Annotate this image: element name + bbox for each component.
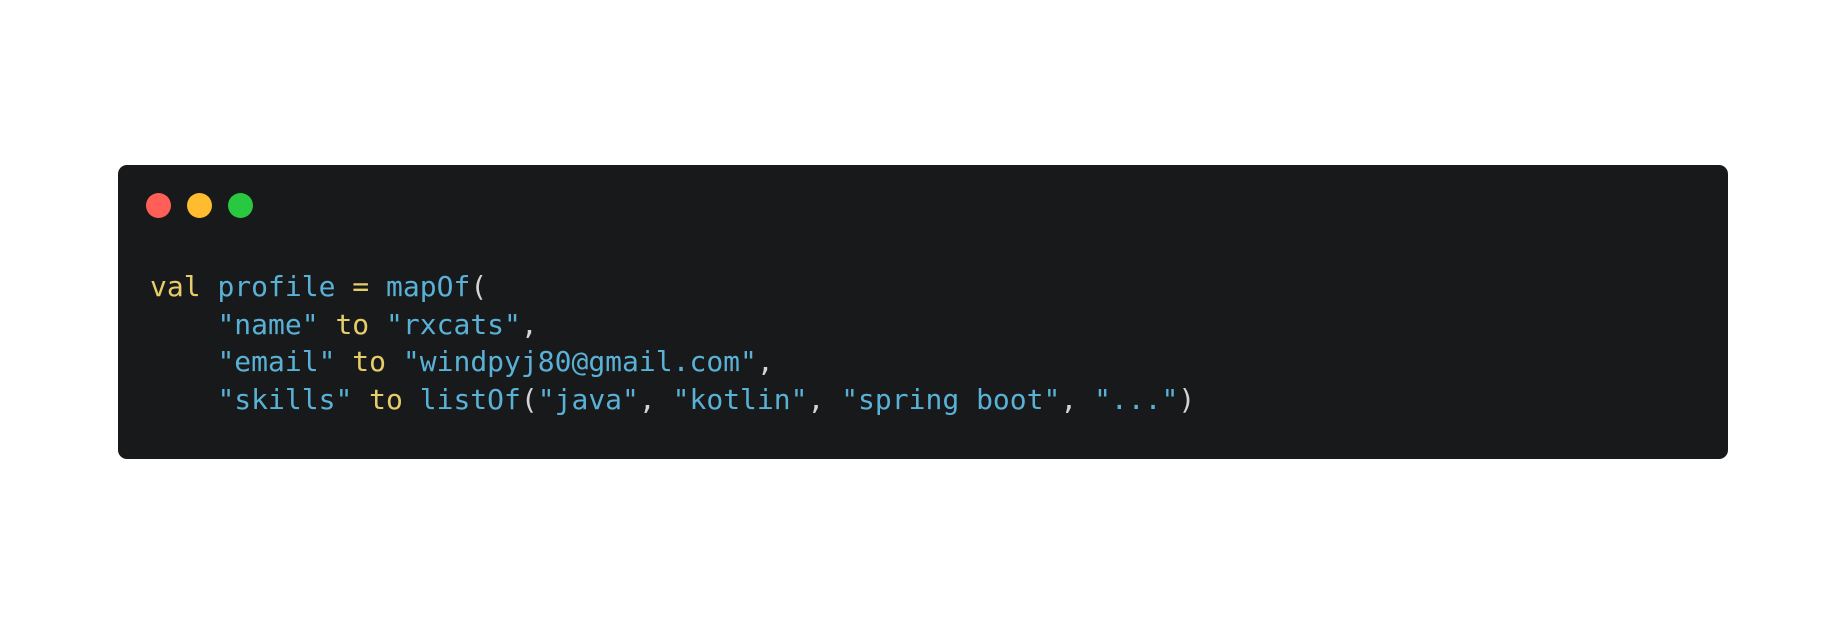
code-token-keyword: to [352, 382, 420, 416]
close-dot-icon[interactable] [146, 193, 171, 218]
code-token-keyword: to [318, 307, 387, 341]
code-token-punct: , [638, 382, 673, 416]
code-token-string: "email" [217, 345, 336, 378]
code-token-identifier: profile [217, 270, 336, 303]
code-token-string: "spring boot" [841, 382, 1061, 416]
code-token-identifier: mapOf [386, 270, 471, 303]
code-token-string: "windpyj80@gmail.com" [402, 345, 757, 378]
code-token-string: "name" [217, 307, 319, 341]
code-line: "name" to "rxcats", [150, 306, 1195, 344]
code-token-punct: , [1060, 382, 1095, 416]
code-token-punct [150, 383, 217, 416]
code-token-punct [150, 308, 217, 341]
code-window: val profile = mapOf( "name" to "rxcats",… [118, 165, 1728, 459]
code-token-keyword: val [150, 270, 201, 303]
code-token-punct: ( [520, 382, 538, 416]
code-token-string: "kotlin" [672, 382, 808, 416]
code-token-identifier: listOf [419, 382, 521, 416]
code-line: "skills" to listOf("java", "kotlin", "sp… [150, 381, 1195, 419]
code-line: "email" to "windpyj80@gmail.com", [150, 343, 1195, 381]
code-token-punct: ) [1178, 382, 1196, 416]
code-line: val profile = mapOf( [150, 268, 1195, 306]
code-token-keyword: to [335, 345, 403, 378]
window-controls [146, 193, 253, 218]
code-token-string: "rxcats" [386, 307, 521, 341]
code-token-string: "..." [1094, 382, 1179, 416]
code-token-punct: , [807, 382, 842, 416]
code-token-string: "java" [537, 382, 639, 416]
code-token-punct: ( [470, 270, 488, 303]
code-token-punct: , [756, 345, 774, 378]
code-token-string: "skills" [217, 382, 353, 416]
minimize-dot-icon[interactable] [187, 193, 212, 218]
code-token-punct [150, 345, 217, 378]
maximize-dot-icon[interactable] [228, 193, 253, 218]
code-block: val profile = mapOf( "name" to "rxcats",… [150, 268, 1195, 418]
code-token-keyword: = [335, 270, 387, 303]
code-token-punct [201, 270, 218, 303]
code-token-punct: , [520, 307, 538, 341]
